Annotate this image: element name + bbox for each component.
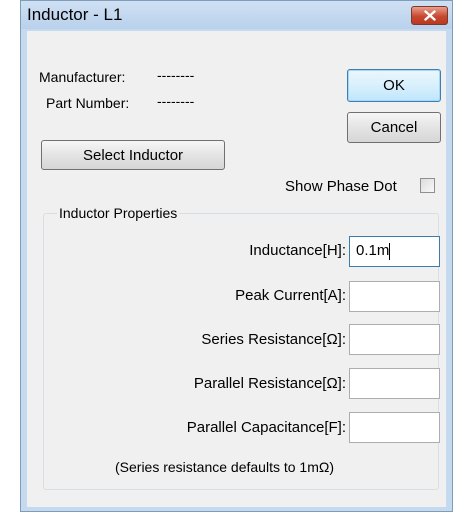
cancel-button[interactable]: Cancel <box>347 112 441 143</box>
series-resistance-label: Series Resistance[Ω]: <box>201 331 346 348</box>
select-inductor-button[interactable]: Select Inductor <box>41 140 225 170</box>
parallel-resistance-input[interactable] <box>349 368 440 399</box>
ok-button[interactable]: OK <box>347 69 441 102</box>
inductor-dialog: Inductor - L1 Manufacturer: -------- Par… <box>20 0 453 512</box>
parallel-capacitance-label: Parallel Capacitance[F]: <box>186 419 346 436</box>
window-title: Inductor - L1 <box>27 5 123 24</box>
manufacturer-label: Manufacturer: <box>39 69 126 85</box>
parallel-capacitance-input[interactable] <box>349 412 440 443</box>
series-resistance-note: (Series resistance defaults to 1mΩ) <box>115 459 334 475</box>
part-number-label: Part Number: <box>46 95 130 111</box>
inductance-input[interactable]: 0.1m <box>349 236 440 267</box>
dialog-body: Manufacturer: -------- Part Number: ----… <box>27 31 446 507</box>
inductor-properties-title: Inductor Properties <box>57 205 180 221</box>
show-phase-dot-checkbox[interactable] <box>420 178 435 193</box>
close-icon <box>423 10 436 21</box>
show-phase-dot-label: Show Phase Dot <box>285 178 397 195</box>
inductance-value: 0.1m <box>356 242 390 259</box>
inductance-label: Inductance[H]: <box>249 242 346 259</box>
series-resistance-input[interactable] <box>349 324 440 355</box>
peak-current-label: Peak Current[A]: <box>235 287 346 304</box>
part-number-value: -------- <box>157 93 195 109</box>
title-bar[interactable]: Inductor - L1 <box>21 1 452 29</box>
text-caret <box>389 242 391 260</box>
manufacturer-value: -------- <box>157 67 195 83</box>
parallel-resistance-label: Parallel Resistance[Ω]: <box>193 375 346 392</box>
peak-current-input[interactable] <box>349 281 440 312</box>
close-button[interactable] <box>411 6 448 25</box>
